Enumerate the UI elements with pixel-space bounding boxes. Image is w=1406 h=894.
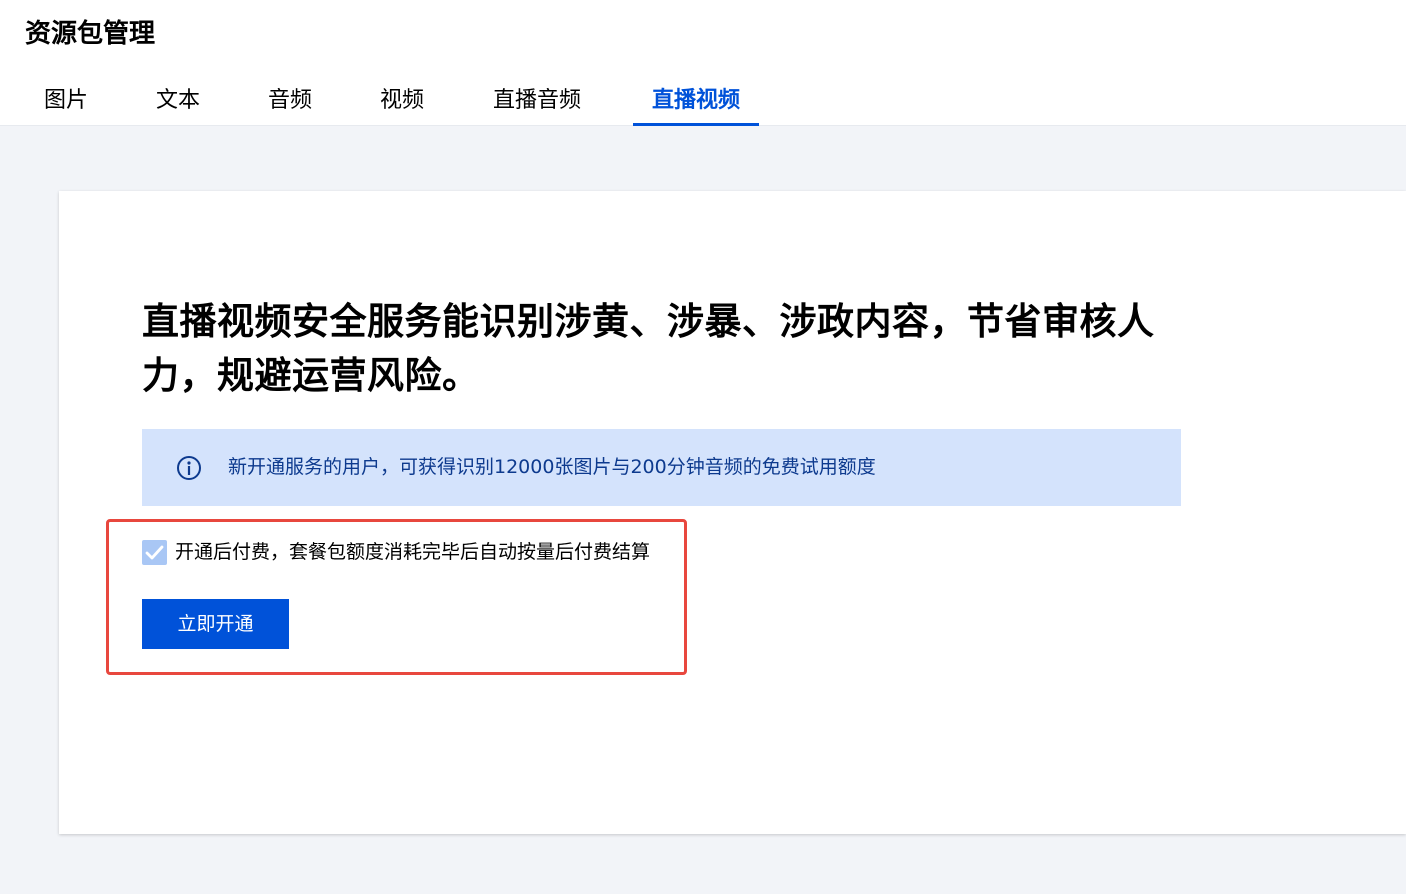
info-icon <box>176 455 202 481</box>
top-header: 资源包管理 图片 文本 音频 视频 直播音频 直播视频 <box>0 0 1406 126</box>
tab-audio[interactable]: 音频 <box>266 82 314 126</box>
tab-live-video[interactable]: 直播视频 <box>633 82 759 126</box>
checkmark-icon <box>145 545 164 560</box>
activate-now-button[interactable]: 立即开通 <box>142 599 289 649</box>
postpay-checkbox-label[interactable]: 开通后付费，套餐包额度消耗完毕后自动按量后付费结算 <box>175 538 650 566</box>
tab-text[interactable]: 文本 <box>154 82 202 126</box>
tab-images[interactable]: 图片 <box>42 82 90 126</box>
tab-video[interactable]: 视频 <box>378 82 426 126</box>
tab-live-audio[interactable]: 直播音频 <box>490 82 584 126</box>
notice-text: 新开通服务的用户，可获得识别12000张图片与200分钟音频的免费试用额度 <box>228 456 876 478</box>
postpay-checkbox[interactable] <box>142 540 167 565</box>
service-headline: 直播视频安全服务能识别涉黄、涉暴、涉政内容，节省审核人力，规避运营风险。 <box>142 300 1155 397</box>
page-title: 资源包管理 <box>25 19 156 49</box>
service-card: 直播视频安全服务能识别涉黄、涉暴、涉政内容，节省审核人力，规避运营风险。 新开通… <box>59 191 1406 834</box>
free-trial-notice: 新开通服务的用户，可获得识别12000张图片与200分钟音频的免费试用额度 <box>142 429 1181 506</box>
